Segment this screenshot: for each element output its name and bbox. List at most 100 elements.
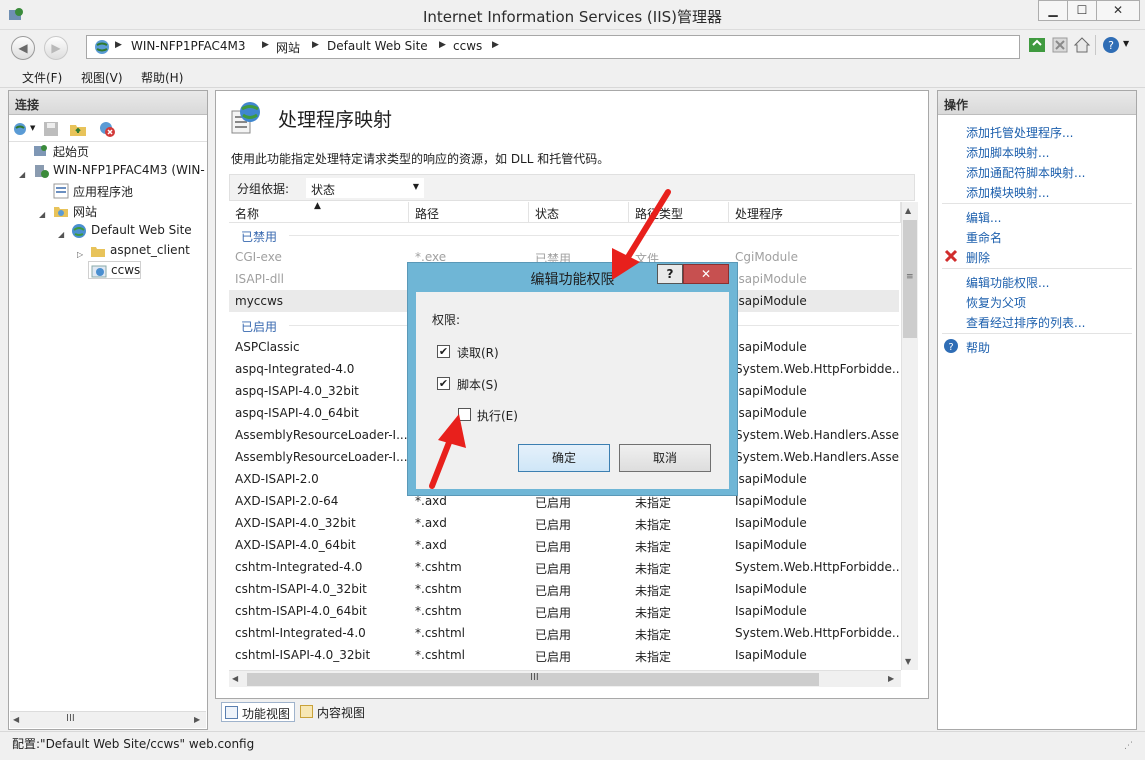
scroll-left-icon[interactable]: ◀ <box>232 674 238 683</box>
breadcrumb-ccws[interactable]: ccws <box>453 39 482 53</box>
tab-features-view[interactable]: 功能视图 <box>221 702 296 722</box>
tree-item-aspnet-client[interactable]: aspnet_client <box>90 242 207 260</box>
tree-item-server[interactable]: WIN-NFP1PFAC4M3 (WIN- <box>33 162 208 180</box>
scroll-right-icon[interactable]: ▶ <box>888 674 894 683</box>
scroll-up-icon[interactable]: ▲ <box>905 206 911 215</box>
scroll-down-icon[interactable]: ▼ <box>905 657 911 666</box>
tree-item-default-web-site[interactable]: Default Web Site <box>71 222 207 240</box>
connections-hscrollbar[interactable]: ◀ III ▶ <box>10 711 206 728</box>
tree-item-ccws[interactable]: ccws <box>88 261 141 279</box>
scroll-right-icon[interactable]: ▶ <box>194 715 200 724</box>
sites-folder-icon <box>54 207 68 217</box>
action-edit[interactable]: 编辑... <box>966 209 1001 226</box>
scrollbar-thumb[interactable]: III <box>247 672 819 686</box>
breadcrumb-arrow-icon[interactable]: ▶ <box>312 40 319 50</box>
table-row[interactable]: cshtm-ISAPI-4.0_64bit *.cshtm 已启用 未指定 IsapiM… <box>229 600 899 622</box>
action-revert-to-parent[interactable]: 恢复为父项 <box>966 294 1026 311</box>
ok-button[interactable]: 确定 <box>518 444 610 472</box>
up-folder-icon[interactable] <box>69 120 87 138</box>
disconnect-icon[interactable] <box>98 120 116 138</box>
address-bar[interactable]: ▶ WIN-NFP1PFAC4M3 ▶ 网站 ▶ Default Web Sit… <box>86 35 1020 59</box>
menu-view[interactable]: 视图(V) <box>81 69 123 86</box>
action-divider <box>942 203 1132 204</box>
save-icon[interactable] <box>42 120 60 138</box>
table-row[interactable]: AXD-ISAPI-4.0_32bit *.axd 已启用 未指定 IsapiModul… <box>229 512 899 534</box>
breadcrumb-server[interactable]: WIN-NFP1PFAC4M3 <box>131 39 246 53</box>
scrollbar-grip[interactable]: III <box>66 713 75 724</box>
cancel-button[interactable]: 取消 <box>619 444 711 472</box>
tree-expand-icon[interactable]: ▷ <box>77 250 83 259</box>
tree-item-start-page[interactable]: 起始页 <box>33 142 193 160</box>
cell-handler: IsapiModule <box>735 582 807 596</box>
breadcrumb-sites[interactable]: 网站 <box>276 39 300 56</box>
breadcrumb-arrow-icon[interactable]: ▶ <box>262 40 269 50</box>
scrollbar-thumb[interactable]: ≡ <box>903 220 917 338</box>
menu-help[interactable]: 帮助(H) <box>141 69 183 86</box>
home-icon[interactable] <box>1073 36 1091 54</box>
breadcrumb-arrow-icon[interactable]: ▶ <box>439 40 446 50</box>
back-button[interactable]: ◀ <box>11 36 35 60</box>
dialog-help-button[interactable]: ? <box>657 264 683 284</box>
tree-collapse-icon[interactable]: ◢ <box>39 210 45 219</box>
column-header-path[interactable]: 路径 <box>409 202 529 223</box>
breadcrumb-default-site[interactable]: Default Web Site <box>327 39 428 53</box>
maximize-button[interactable]: ☐ <box>1067 0 1097 21</box>
action-add-script-map[interactable]: 添加脚本映射... <box>966 144 1049 161</box>
table-hscrollbar[interactable]: ◀ III ▶ <box>229 670 901 687</box>
table-row[interactable]: AXD-ISAPI-4.0_64bit *.axd 已启用 未指定 IsapiModul… <box>229 534 899 556</box>
column-header-state[interactable]: 状态 <box>529 202 629 223</box>
groupby-select[interactable]: 状态 ▼ <box>306 178 424 198</box>
group-header-disabled[interactable]: 已禁用 <box>229 224 899 246</box>
column-header-name[interactable]: 名称 ▲ <box>229 202 409 223</box>
tree-item-app-pools[interactable]: 应用程序池 <box>53 182 183 200</box>
table-row[interactable]: cshtm-Integrated-4.0 *.cshtm 已启用 未指定 System.… <box>229 556 899 578</box>
website-globe-icon <box>72 224 86 238</box>
groupby-bar: 分组依据: 状态 ▼ <box>229 174 915 201</box>
breadcrumb-arrow-icon[interactable]: ▶ <box>115 40 122 50</box>
action-add-module-map[interactable]: 添加模块映射... <box>966 184 1049 201</box>
connect-dropdown-icon[interactable]: ▼ <box>30 124 35 132</box>
read-checkbox-label[interactable]: 读取(R) <box>457 344 499 361</box>
help-icon[interactable]: ? <box>1102 36 1120 54</box>
resize-grip-icon[interactable]: ⋰ <box>1124 741 1133 751</box>
column-header-label: 名称 <box>235 207 260 221</box>
action-add-managed-handler[interactable]: 添加托管处理程序... <box>966 124 1073 141</box>
breadcrumb-arrow-icon[interactable]: ▶ <box>492 40 499 50</box>
execute-checkbox-label[interactable]: 执行(E) <box>477 407 518 424</box>
script-checkbox-label[interactable]: 脚本(S) <box>457 376 498 393</box>
cell-name: AXD-ISAPI-4.0_32bit <box>235 516 356 530</box>
sort-ascending-icon: ▲ <box>314 202 321 211</box>
stop-icon[interactable] <box>1051 36 1069 54</box>
table-row[interactable]: cshtm-ISAPI-4.0_32bit *.cshtm 已启用 未指定 IsapiM… <box>229 578 899 600</box>
action-view-ordered-list[interactable]: 查看经过排序的列表... <box>966 314 1085 331</box>
menu-file[interactable]: 文件(F) <box>22 69 62 86</box>
table-vscrollbar[interactable]: ▲ ≡ ▼ <box>901 202 918 670</box>
action-add-wildcard-script-map[interactable]: 添加通配符脚本映射... <box>966 164 1085 181</box>
column-header-handler[interactable]: 处理程序 <box>729 202 901 223</box>
tree-item-sites[interactable]: 网站 <box>53 202 173 220</box>
toolbar-separator <box>1095 35 1096 55</box>
scroll-left-icon[interactable]: ◀ <box>13 715 19 724</box>
script-checkbox[interactable]: ✔ <box>437 377 450 390</box>
read-checkbox[interactable]: ✔ <box>437 345 450 358</box>
action-rename[interactable]: 重命名 <box>966 229 1002 246</box>
tree-collapse-icon[interactable]: ◢ <box>19 170 25 179</box>
tab-content-view[interactable]: 内容视图 <box>297 702 369 722</box>
table-row[interactable]: cshtml-ISAPI-4.0_32bit *.cshtml 已启用 未指定 Isap… <box>229 644 899 666</box>
minimize-button[interactable]: ▁ <box>1038 0 1068 21</box>
connect-icon[interactable] <box>12 120 30 138</box>
close-window-button[interactable]: ✕ <box>1096 0 1140 21</box>
execute-checkbox[interactable] <box>458 408 471 421</box>
action-delete[interactable]: 删除 <box>966 249 990 266</box>
table-row[interactable]: cshtml-Integrated-4.0 *.cshtml 已启用 未指定 Syste… <box>229 622 899 644</box>
forward-button[interactable]: ▶ <box>44 36 68 60</box>
action-help[interactable]: 帮助 <box>966 339 990 356</box>
refresh-icon[interactable] <box>1028 36 1046 54</box>
column-header-path-type[interactable]: 路径类型 <box>629 202 729 223</box>
help-dropdown-icon[interactable]: ▼ <box>1123 39 1129 48</box>
action-edit-feature-permissions[interactable]: 编辑功能权限... <box>966 274 1049 291</box>
dialog-close-button[interactable]: ✕ <box>683 264 729 284</box>
content-view-icon <box>300 705 313 718</box>
tree-collapse-icon[interactable]: ◢ <box>58 230 64 239</box>
cell-name: myccws <box>235 294 284 308</box>
